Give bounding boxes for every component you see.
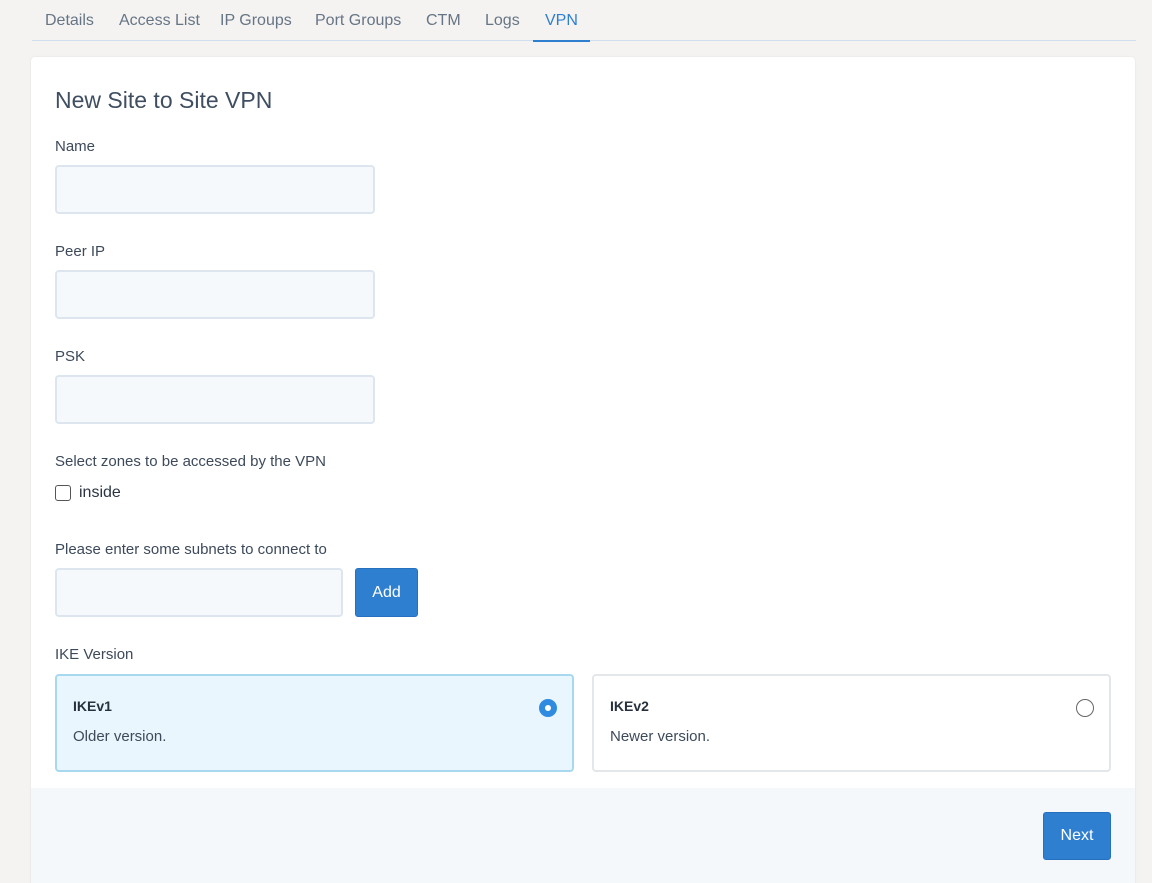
form-footer: Next <box>31 788 1135 883</box>
name-input[interactable] <box>55 165 375 214</box>
page-title: New Site to Site VPN <box>55 87 273 113</box>
subnets-label: Please enter some subnets to connect to <box>55 541 327 558</box>
radio-selected-icon[interactable] <box>539 699 557 717</box>
next-button[interactable]: Next <box>1043 812 1111 860</box>
psk-label: PSK <box>55 348 86 365</box>
peer-ip-label: Peer IP <box>55 243 106 260</box>
zones-label: Select zones to be accessed by the VPN <box>55 453 326 470</box>
zone-option-label: inside <box>79 484 121 501</box>
psk-input[interactable] <box>55 375 375 424</box>
ike-option-v2[interactable]: IKEv2 Newer version. <box>592 674 1111 772</box>
name-label: Name <box>55 138 96 155</box>
zone-option-inside[interactable]: inside <box>55 484 121 502</box>
tab-details[interactable]: Details <box>45 0 94 41</box>
tab-ctm[interactable]: CTM <box>426 0 461 41</box>
add-subnet-button[interactable]: Add <box>355 568 418 617</box>
tab-ip-groups[interactable]: IP Groups <box>220 0 292 41</box>
ike-option-name: IKEv1 <box>73 698 112 714</box>
checkbox-icon[interactable] <box>55 485 71 501</box>
vpn-form-card: New Site to Site VPN Name Peer IP PSK Se… <box>31 57 1135 883</box>
tab-bar: Details Access List IP Groups Port Group… <box>32 0 1136 42</box>
ike-option-v1[interactable]: IKEv1 Older version. <box>55 674 574 772</box>
tab-logs[interactable]: Logs <box>485 0 520 41</box>
tab-access-list[interactable]: Access List <box>119 0 200 41</box>
peer-ip-input[interactable] <box>55 270 375 319</box>
subnet-input[interactable] <box>55 568 343 617</box>
tab-vpn[interactable]: VPN <box>533 0 590 42</box>
radio-unselected-icon[interactable] <box>1076 699 1094 717</box>
ike-option-name: IKEv2 <box>610 698 649 714</box>
ike-version-label: IKE Version <box>55 646 134 663</box>
tab-port-groups[interactable]: Port Groups <box>315 0 401 41</box>
ike-option-description: Older version. <box>73 728 167 745</box>
ike-option-description: Newer version. <box>610 728 711 745</box>
